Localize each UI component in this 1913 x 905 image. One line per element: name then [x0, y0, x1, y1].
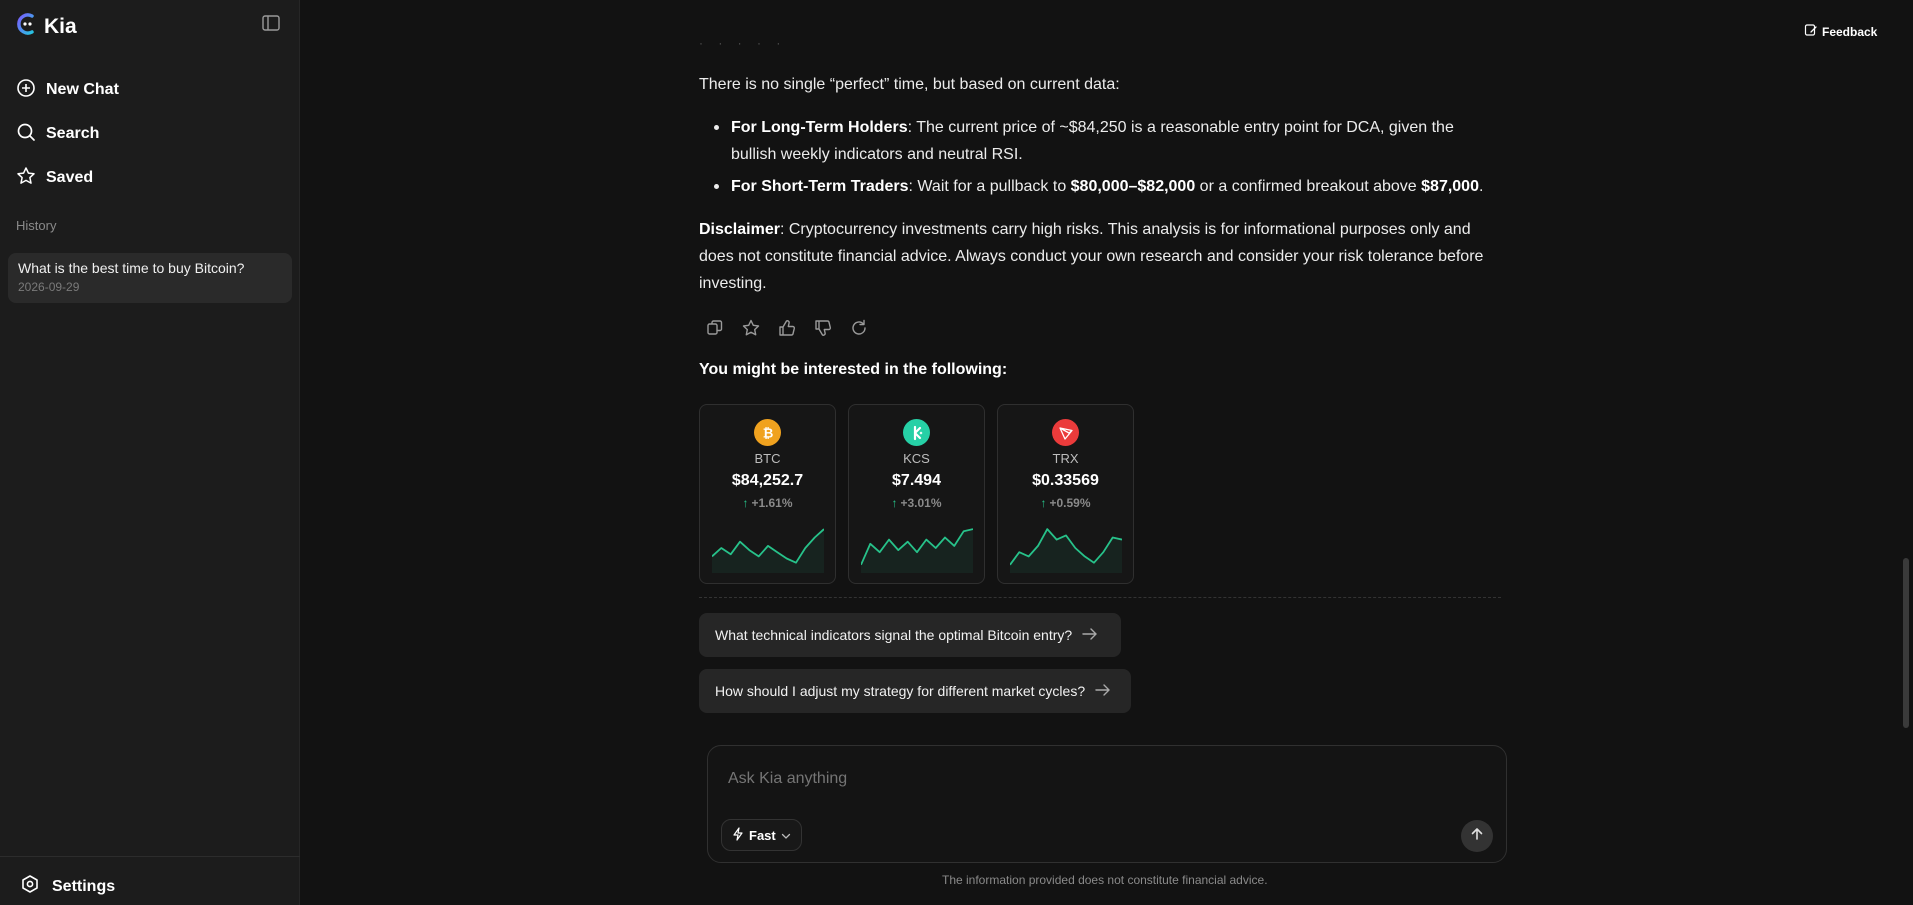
sidebar-item-label: Saved [46, 169, 94, 186]
coin-change-value: +1.61% [751, 496, 793, 510]
arrow-up-icon [1470, 827, 1484, 846]
disclaimer: Disclaimer: Cryptocurrency investments c… [699, 216, 1501, 297]
copy-icon[interactable] [705, 318, 725, 343]
suggestion-label: How should I adjust my strategy for diff… [715, 683, 1086, 699]
arrow-right-icon [1082, 627, 1098, 643]
arrow-up-icon: ↑ [742, 496, 749, 510]
interest-title: You might be interested in the following… [699, 361, 1008, 378]
coin-price: $7.494 [892, 472, 941, 489]
sidebar-nav: New Chat Search Saved [16, 68, 119, 200]
thumbs-up-icon[interactable] [777, 318, 797, 343]
bitcoin-icon: ₿ [754, 419, 781, 446]
sparkline-area [712, 529, 824, 573]
sidebar-item-label: New Chat [46, 81, 119, 98]
sidebar-toggle-icon[interactable] [262, 15, 282, 33]
coin-change-value: +3.01% [900, 496, 942, 510]
answer-points: For Long-Term Holders: The current price… [699, 114, 1501, 205]
mode-selector[interactable]: Fast [721, 819, 802, 851]
thumbs-down-icon[interactable] [813, 318, 833, 343]
price-range: $80,000–$82,000 [1070, 178, 1196, 195]
sidebar-item-search[interactable]: Search [16, 112, 119, 156]
point-label: For Short-Term Traders [731, 178, 909, 195]
scrollbar[interactable] [1903, 558, 1909, 728]
coin-symbol: BTC [754, 451, 781, 466]
refresh-icon[interactable] [849, 318, 869, 343]
kucoin-icon [903, 419, 930, 446]
point-text: . [1478, 178, 1484, 195]
coin-change: ↑ +3.01% [891, 496, 941, 510]
feedback-edit-icon [1804, 23, 1818, 40]
search-icon [16, 122, 36, 147]
coin-change-value: +0.59% [1049, 496, 1091, 510]
settings-hexagon-icon [20, 874, 40, 899]
price-target: $87,000 [1421, 178, 1479, 195]
history-item-date: 2026-09-29 [18, 280, 80, 294]
sidebar-item-new-chat[interactable]: New Chat [16, 68, 119, 112]
disclaimer-label: Disclaimer [699, 221, 780, 238]
history-label: History [16, 218, 57, 233]
arrow-up-icon: ↑ [1040, 496, 1047, 510]
tron-icon [1052, 419, 1079, 446]
section-divider [699, 597, 1501, 598]
sparkline-chart [712, 528, 824, 573]
list-item: For Short-Term Traders: Wait for a pullb… [699, 173, 1501, 200]
star-icon[interactable] [741, 318, 761, 343]
kia-logo-icon [16, 12, 38, 41]
point-text: : Wait for a pullback to [908, 178, 1071, 195]
truncated-content: · · · · · [699, 36, 787, 50]
coin-card-kcs[interactable]: KCS $7.494 ↑ +3.01% [848, 404, 985, 584]
coin-card-btc[interactable]: ₿ BTC $84,252.7 ↑ +1.61% [699, 404, 836, 584]
suggestion-button[interactable]: What technical indicators signal the opt… [699, 613, 1121, 657]
coin-symbol: TRX [1052, 451, 1079, 466]
message-actions [705, 318, 869, 343]
chat-composer: Fast [707, 745, 1507, 863]
coin-change: ↑ +0.59% [1040, 496, 1090, 510]
sidebar-item-saved[interactable]: Saved [16, 156, 119, 200]
sidebar: Kia New Chat Search Saved History What i… [0, 0, 300, 905]
footnote: The information provided does not consti… [942, 873, 1268, 887]
history-item-title: What is the best time to buy Bitcoin? [18, 260, 245, 276]
sparkline-chart [861, 528, 973, 573]
plus-circle-icon [16, 78, 36, 103]
sidebar-divider [0, 856, 300, 857]
suggestion-label: What technical indicators signal the opt… [715, 627, 1073, 643]
arrow-up-icon: ↑ [891, 496, 898, 510]
send-button[interactable] [1461, 820, 1493, 852]
list-item: For Long-Term Holders: The current price… [699, 114, 1501, 168]
chat-input[interactable] [728, 770, 1428, 788]
coin-change: ↑ +1.61% [742, 496, 792, 510]
arrow-right-icon [1095, 683, 1111, 699]
settings-label: Settings [52, 877, 116, 895]
feedback-label: Feedback [1822, 24, 1878, 39]
disclaimer-text: : Cryptocurrency investments carry high … [699, 221, 1484, 292]
answer-intro: There is no single “perfect” time, but b… [699, 76, 1120, 93]
coin-cards: ₿ BTC $84,252.7 ↑ +1.61% KCS $7.494 ↑ +3.0… [699, 404, 1134, 584]
point-text: or a confirmed breakout above [1195, 178, 1422, 195]
coin-price: $0.33569 [1032, 472, 1099, 489]
settings-button[interactable]: Settings [20, 874, 115, 899]
sidebar-item-label: Search [46, 125, 100, 142]
suggestion-button[interactable]: How should I adjust my strategy for diff… [699, 669, 1131, 713]
mode-label: Fast [749, 827, 776, 843]
feedback-button[interactable]: Feedback [1804, 23, 1877, 40]
point-label: For Long-Term Holders [731, 119, 908, 136]
coin-card-trx[interactable]: TRX $0.33569 ↑ +0.59% [997, 404, 1134, 584]
lightning-icon [732, 826, 744, 844]
history-item[interactable]: What is the best time to buy Bitcoin? 20… [8, 253, 292, 303]
coin-price: $84,252.7 [731, 472, 804, 489]
star-icon [16, 166, 36, 191]
chevron-down-icon [781, 828, 791, 843]
coin-symbol: KCS [903, 451, 930, 466]
sparkline-chart [1010, 528, 1122, 573]
svg-text:₿: ₿ [762, 426, 773, 441]
brand[interactable]: Kia [16, 12, 77, 41]
brand-name: Kia [44, 14, 77, 38]
